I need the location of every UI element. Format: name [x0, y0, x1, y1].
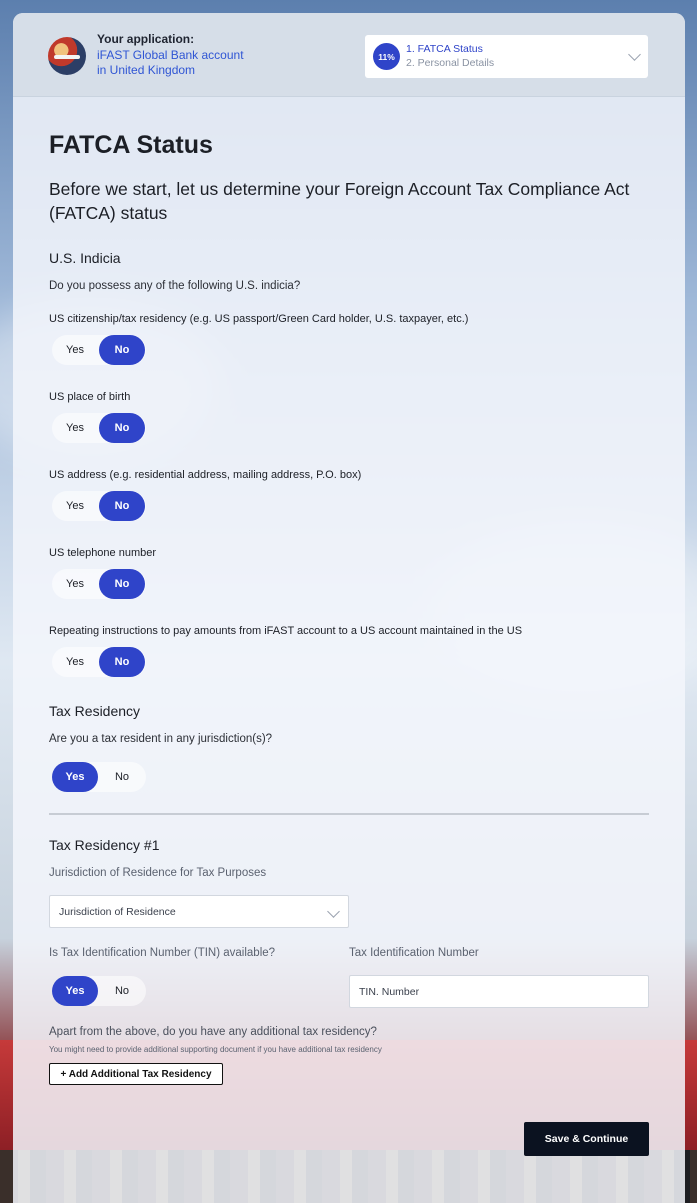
yes-option[interactable]: Yes — [52, 762, 98, 792]
no-option[interactable]: No — [99, 647, 145, 677]
no-option[interactable]: No — [99, 976, 145, 1006]
toggle-birthplace: Yes No — [52, 413, 146, 443]
save-continue-button[interactable]: Save & Continue — [524, 1122, 649, 1156]
tax-residency-heading: Tax Residency — [49, 703, 141, 719]
application-avatar — [48, 37, 86, 75]
current-step: 1. FATCA Status — [406, 43, 483, 55]
toggle-tax-resident: Yes No — [52, 762, 146, 792]
application-header: Your application: iFAST Global Bank acco… — [13, 13, 685, 97]
no-option[interactable]: No — [99, 491, 145, 521]
indicia-label-address: US address (e.g. residential address, ma… — [49, 469, 362, 481]
toggle-telephone: Yes No — [52, 569, 146, 599]
yes-option[interactable]: Yes — [52, 976, 98, 1006]
chevron-down-icon — [327, 905, 340, 918]
additional-residency-note: You might need to provide additional sup… — [49, 1045, 382, 1054]
no-option[interactable]: No — [99, 413, 145, 443]
jurisdiction-select-value: Jurisdiction of Residence — [59, 905, 176, 918]
application-label: Your application: — [97, 32, 195, 46]
tin-label: Tax Identification Number — [349, 947, 479, 959]
indicia-label-telephone: US telephone number — [49, 547, 157, 559]
toggle-address: Yes No — [52, 491, 146, 521]
jurisdiction-select[interactable]: Jurisdiction of Residence — [49, 895, 349, 928]
yes-option[interactable]: Yes — [52, 647, 98, 677]
section-divider — [49, 813, 649, 815]
indicia-label-payment-instructions: Repeating instructions to pay amounts fr… — [49, 625, 523, 637]
indicia-label-citizenship: US citizenship/tax residency (e.g. US pa… — [49, 313, 469, 325]
toggle-tin-available: Yes No — [52, 976, 146, 1006]
indicia-label-birthplace: US place of birth — [49, 391, 131, 403]
application-summary: Your application: iFAST Global Bank acco… — [97, 32, 244, 79]
no-option[interactable]: No — [99, 569, 145, 599]
yes-option[interactable]: Yes — [52, 491, 98, 521]
application-name-line1: iFAST Global Bank account — [97, 47, 244, 62]
page-lead: Before we start, let us determine your F… — [49, 179, 630, 223]
tin-input[interactable] — [349, 975, 649, 1008]
toggle-citizenship: Yes No — [52, 335, 146, 365]
yes-option[interactable]: Yes — [52, 335, 98, 365]
no-option[interactable]: No — [99, 335, 145, 365]
us-indicia-question: Do you possess any of the following U.S.… — [49, 280, 301, 292]
yes-option[interactable]: Yes — [52, 569, 98, 599]
tax-residency-1-heading: Tax Residency #1 — [49, 837, 160, 853]
tin-availability-question: Is Tax Identification Number (TIN) avail… — [49, 947, 276, 959]
add-tax-residency-button[interactable]: + Add Additional Tax Residency — [49, 1063, 223, 1085]
tax-residency-question: Are you a tax resident in any jurisdicti… — [49, 733, 273, 745]
yes-option[interactable]: Yes — [52, 413, 98, 443]
page-title: FATCA Status — [49, 131, 213, 159]
additional-residency-question: Apart from the above, do you have any ad… — [49, 1026, 377, 1038]
chevron-down-icon — [628, 48, 641, 61]
next-step: 2. Personal Details — [406, 57, 495, 69]
progress-dropdown[interactable]: 11% 1. FATCA Status 2. Personal Details — [365, 35, 648, 78]
toggle-payment-instructions: Yes No — [52, 647, 146, 677]
no-option[interactable]: No — [99, 762, 145, 792]
us-indicia-heading: U.S. Indicia — [49, 250, 121, 266]
jurisdiction-label: Jurisdiction of Residence for Tax Purpos… — [49, 867, 267, 879]
application-name-line2: in United Kingdom — [97, 63, 196, 77]
application-card: Your application: iFAST Global Bank acco… — [13, 13, 685, 1203]
progress-percent-badge: 11% — [373, 43, 400, 70]
